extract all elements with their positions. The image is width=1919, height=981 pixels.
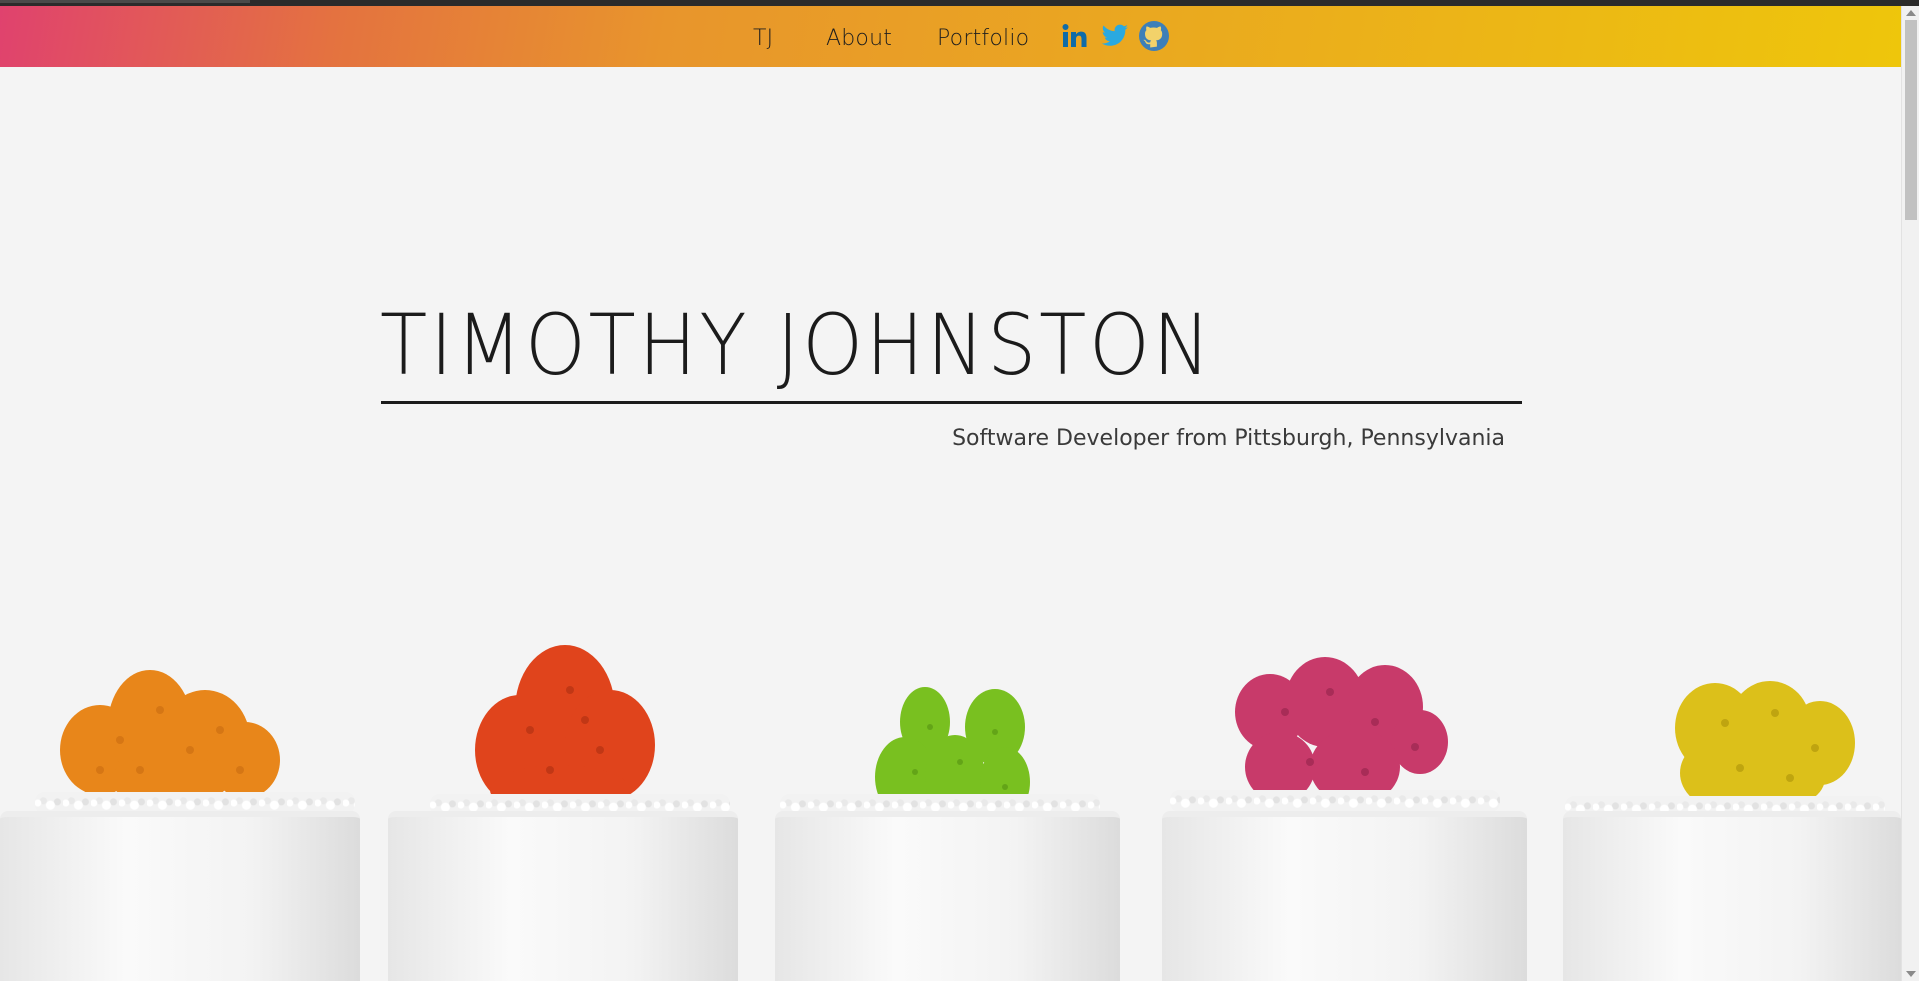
nav-brand-link[interactable]: TJ — [753, 26, 773, 51]
plant-pot — [1162, 811, 1527, 981]
navbar: TJ About Portfolio — [0, 6, 1901, 67]
nav-portfolio-link[interactable]: Portfolio — [937, 26, 1029, 51]
linkedin-icon[interactable] — [1062, 20, 1088, 52]
hero-divider — [381, 401, 1522, 404]
pink-cactus-icon — [1235, 657, 1448, 805]
scrollbar-thumb[interactable] — [1905, 20, 1917, 220]
orange-cactus-icon — [60, 670, 280, 805]
github-icon[interactable] — [1138, 20, 1170, 52]
nav-about-link[interactable]: About — [826, 26, 892, 51]
gravel — [1170, 790, 1500, 812]
plant-pot — [775, 811, 1120, 981]
plant-pot — [388, 811, 738, 981]
scroll-down-arrow-icon[interactable] — [1906, 971, 1916, 977]
browser-tab-strip — [0, 0, 250, 3]
page-scrollbar[interactable] — [1901, 6, 1919, 981]
hero-subtitle: Software Developer from Pittsburgh, Penn… — [952, 426, 1505, 451]
hero-background-image — [0, 600, 1901, 981]
hero-title: TIMOTHY JOHNSTON — [380, 296, 1214, 394]
red-cactus-icon — [475, 645, 655, 815]
plant-pot — [1563, 811, 1901, 981]
scroll-up-arrow-icon[interactable] — [1906, 10, 1916, 16]
twitter-icon[interactable] — [1101, 20, 1129, 52]
plant-pot — [0, 811, 360, 981]
